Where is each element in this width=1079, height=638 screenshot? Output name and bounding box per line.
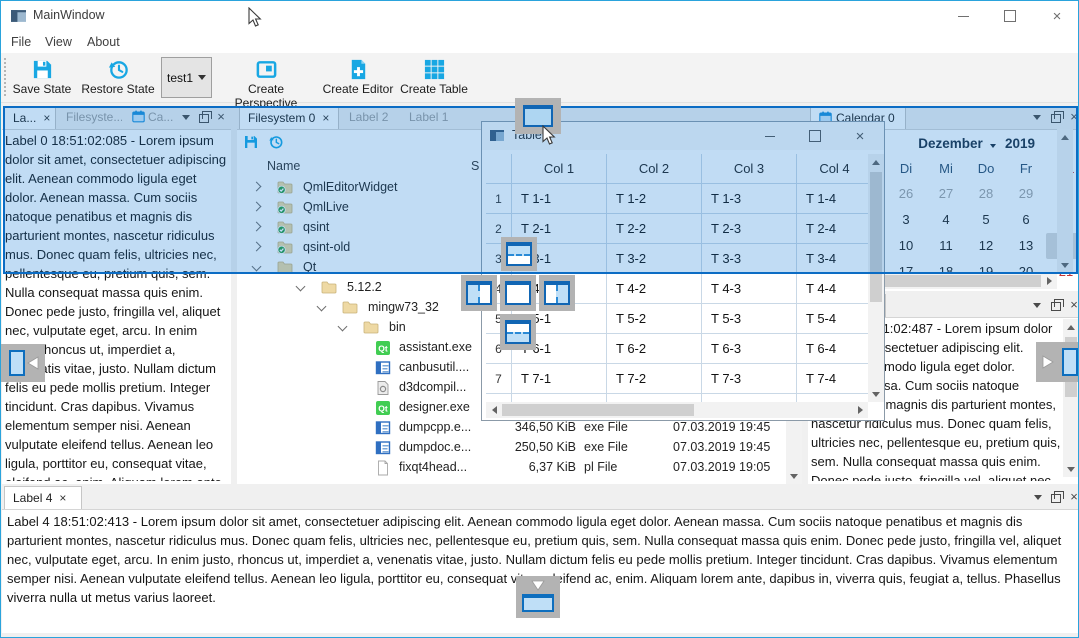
- dock-menu-button[interactable]: [1029, 297, 1045, 313]
- table-cell[interactable]: T 5-3: [702, 304, 797, 334]
- app-icon: [375, 360, 391, 376]
- qt-app-icon: [375, 400, 391, 416]
- tab-label4[interactable]: Label 4×: [4, 486, 82, 509]
- drop-indicator-split-left[interactable]: [461, 275, 497, 311]
- menu-bar: File View About: [1, 31, 1078, 53]
- drop-indicator-split-top[interactable]: [501, 237, 537, 271]
- dock-close-button[interactable]: ×: [1066, 297, 1079, 313]
- table-cell[interactable]: T 7-1: [512, 364, 607, 394]
- qt-app-icon: [375, 340, 391, 356]
- drop-indicator-center-tab[interactable]: [500, 275, 536, 311]
- app-icon: [375, 440, 391, 456]
- table-cell[interactable]: T 4-4: [797, 274, 872, 304]
- tree-item[interactable]: fixqt4head...6,37 KiBpl File07.03.2019 1…: [237, 457, 802, 477]
- save-state-button[interactable]: Save State: [9, 56, 75, 100]
- table-cell[interactable]: T 8-1: [512, 394, 607, 402]
- arrow-down-icon: [531, 580, 545, 592]
- table-cell[interactable]: T 6-4: [797, 334, 872, 364]
- mouse-cursor-drag: [542, 125, 556, 146]
- table-cell[interactable]: T 8-3: [702, 394, 797, 402]
- folder-icon: [321, 280, 337, 294]
- menu-about[interactable]: About: [83, 31, 124, 53]
- table-cell[interactable]: T 5-2: [607, 304, 702, 334]
- toolbar: Save State Restore State test1 Create Pe…: [1, 53, 1078, 103]
- minimize-button[interactable]: [940, 1, 986, 31]
- chevron-down-icon[interactable]: [338, 322, 348, 332]
- folder-icon: [342, 300, 358, 314]
- table-cell[interactable]: T 5-4: [797, 304, 872, 334]
- table-hscrollbar[interactable]: [486, 402, 868, 418]
- label4-dock-tabbar: Label 4× ×: [2, 486, 1079, 510]
- window-title: MainWindow: [33, 8, 105, 22]
- dll-icon: [375, 380, 391, 396]
- perspective-combobox[interactable]: test1: [161, 57, 212, 98]
- restore-icon: [107, 58, 130, 81]
- restore-state-button[interactable]: Restore State: [79, 56, 157, 100]
- drop-indicator-split-right[interactable]: [539, 275, 575, 311]
- row-header[interactable]: 8: [486, 394, 512, 402]
- table-cell[interactable]: T 7-4: [797, 364, 872, 394]
- drop-indicator-window-left[interactable]: [1, 344, 45, 382]
- table-cell[interactable]: T 7-3: [702, 364, 797, 394]
- table-cell[interactable]: T 4-3: [702, 274, 797, 304]
- tree-item[interactable]: dumpdoc.e...250,50 KiBexe File07.03.2019…: [237, 437, 802, 457]
- create-perspective-button[interactable]: Create Perspective: [217, 56, 315, 100]
- dock-close-button[interactable]: ×: [1066, 489, 1079, 505]
- drop-indicator-window-bottom[interactable]: [516, 576, 560, 618]
- toolbar-drag-handle[interactable]: [4, 58, 6, 96]
- table-cell[interactable]: T 8-4: [797, 394, 872, 402]
- close-button[interactable]: ×: [1034, 1, 1079, 31]
- save-icon: [31, 58, 54, 81]
- create-table-button[interactable]: Create Table: [400, 56, 468, 100]
- main-window: MainWindow × File View About Save State …: [0, 0, 1079, 638]
- table-cell[interactable]: T 6-3: [702, 334, 797, 364]
- table-cell[interactable]: T 6-2: [607, 334, 702, 364]
- menu-file[interactable]: File: [7, 31, 35, 53]
- row-header[interactable]: 7: [486, 364, 512, 394]
- chevron-down-icon[interactable]: [317, 302, 327, 312]
- folder-icon: [363, 320, 379, 334]
- arrow-right-icon: [1042, 355, 1054, 369]
- drop-indicator-split-bottom[interactable]: [500, 314, 536, 350]
- app-icon: [11, 10, 26, 22]
- tab-close-icon[interactable]: ×: [59, 491, 66, 505]
- dock-float-button[interactable]: [1048, 297, 1064, 313]
- editor-icon: [347, 58, 370, 81]
- table-icon: [423, 58, 446, 81]
- mouse-cursor: [248, 7, 262, 28]
- menu-view[interactable]: View: [41, 31, 76, 53]
- table-cell[interactable]: T 7-2: [607, 364, 702, 394]
- maximize-button[interactable]: [987, 1, 1033, 31]
- drop-indicator-window-right[interactable]: [1036, 342, 1079, 382]
- table-cell[interactable]: T 4-2: [607, 274, 702, 304]
- title-bar[interactable]: MainWindow ×: [1, 1, 1078, 31]
- app-icon: [375, 420, 391, 436]
- perspective-icon: [255, 58, 278, 81]
- create-editor-button[interactable]: Create Editor: [320, 56, 396, 100]
- dock-float-button[interactable]: [1048, 489, 1064, 505]
- dock-menu-button[interactable]: [1030, 489, 1046, 505]
- chevron-down-icon: [198, 75, 206, 80]
- file-icon: [375, 460, 391, 476]
- chevron-down-icon[interactable]: [296, 282, 306, 292]
- table-cell[interactable]: T 8-2: [607, 394, 702, 402]
- arrow-left-icon: [27, 356, 39, 370]
